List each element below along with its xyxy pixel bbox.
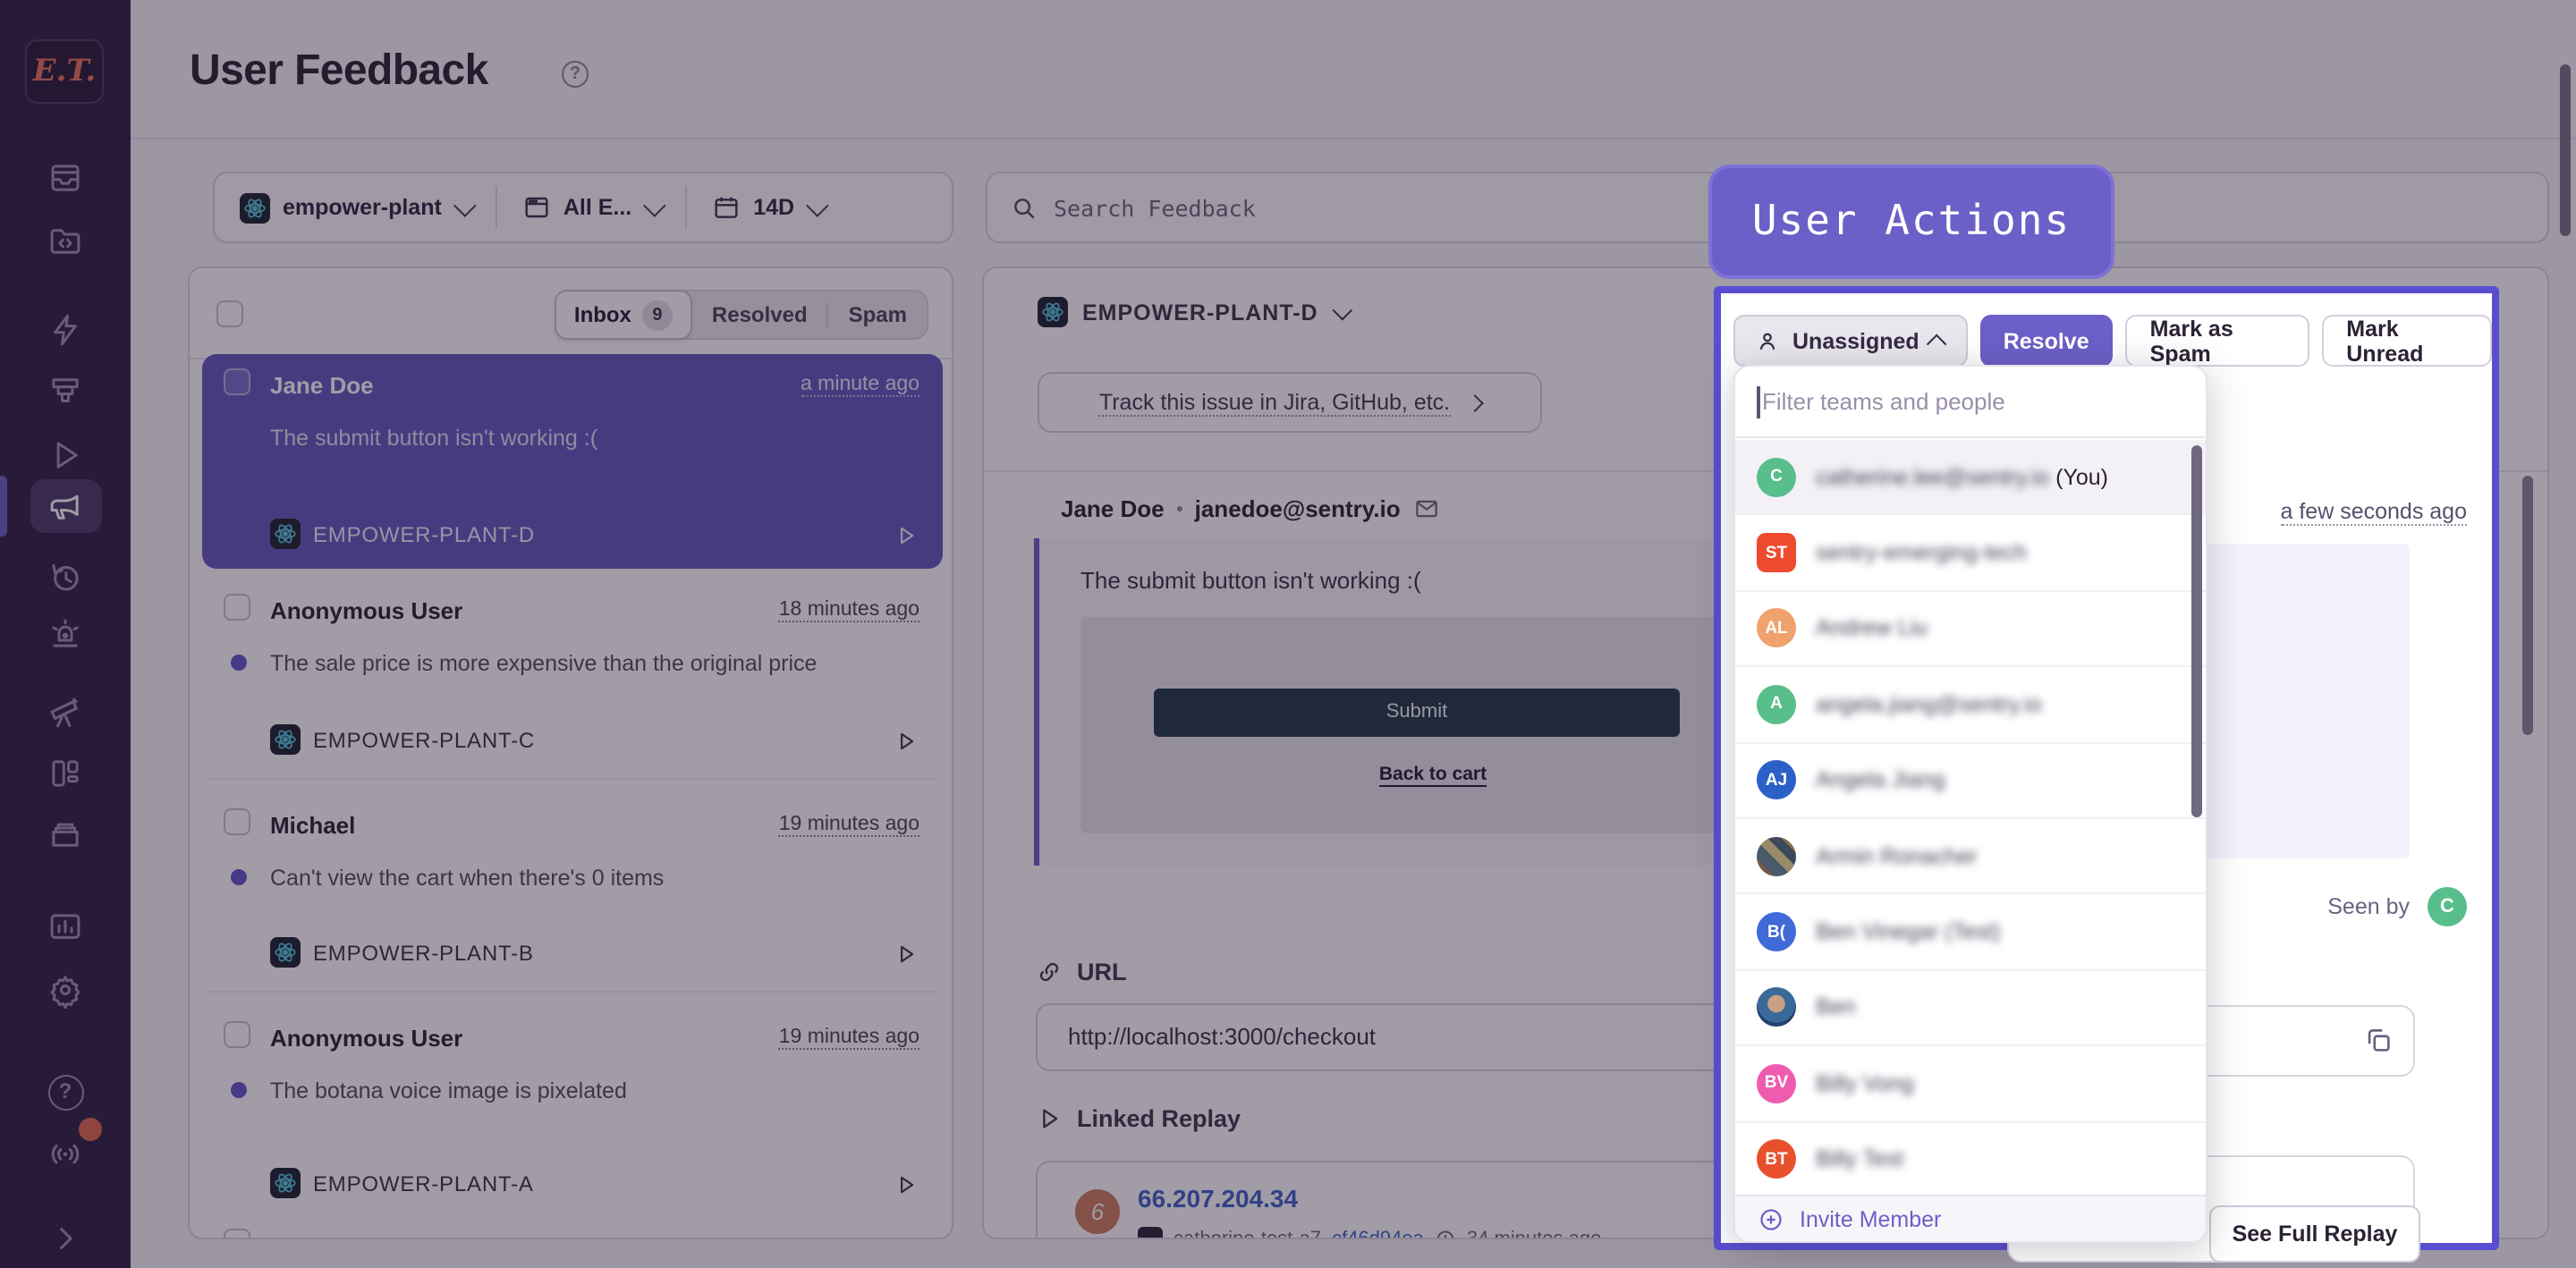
action-buttons-row: Unassigned Resolve Mark as Spam Mark Unr…	[1733, 315, 2492, 367]
seen-by-avatar: C	[2428, 887, 2467, 926]
member-name: Ben Vinegar (Test)	[1816, 919, 2001, 944]
member-avatar: C	[1757, 457, 1796, 496]
resolve-button[interactable]: Resolve	[1980, 315, 2113, 367]
seen-by-row: Seen by C	[2327, 887, 2467, 926]
member-name: Armin Ronacher	[1816, 843, 1978, 868]
assignee-option[interactable]: Armin Ronacher	[1735, 819, 2206, 895]
chevron-up-icon	[1927, 334, 1947, 354]
assignee-label: Unassigned	[1792, 328, 1919, 353]
dropdown-scrollbar[interactable]	[2191, 445, 2202, 817]
seen-by-label: Seen by	[2327, 894, 2410, 919]
assignee-option[interactable]: BT Billy Test	[1735, 1122, 2206, 1198]
member-avatar: BV	[1757, 1064, 1796, 1103]
tour-step-label: User Actions	[1708, 165, 2114, 279]
user-actions-popup: a few seconds ago Seen by C See Full Rep…	[1714, 286, 2499, 1250]
mark-as-spam-button[interactable]: Mark as Spam	[2125, 315, 2309, 367]
assignee-option[interactable]: ST sentry-emerging-tech	[1735, 516, 2206, 592]
member-avatar: AL	[1757, 609, 1796, 648]
feedback-timestamp[interactable]: a few seconds ago	[2281, 499, 2468, 526]
see-full-replay-button[interactable]: See Full Replay	[2209, 1205, 2420, 1263]
member-name: sentry-emerging-tech	[1816, 540, 2027, 565]
assignee-dropdown-button[interactable]: Unassigned	[1733, 315, 1968, 367]
assignee-option[interactable]: Ben	[1735, 970, 2206, 1046]
member-photo-avatar	[1757, 988, 1796, 1027]
assignee-option[interactable]: AL Andrew Liu	[1735, 592, 2206, 668]
app-window: E.T. ? User Feedback ? empower-plant All…	[0, 0, 2576, 1268]
circle-plus-icon	[1758, 1206, 1784, 1231]
member-photo-avatar	[1757, 836, 1796, 875]
member-name: Angela Jiang	[1816, 768, 1945, 793]
mark-unread-button[interactable]: Mark Unread	[2321, 315, 2492, 367]
page-scrollbar[interactable]	[2560, 64, 2571, 236]
member-avatar: A	[1757, 685, 1796, 724]
copy-icon[interactable]	[2363, 1025, 2394, 1055]
member-name: angela.jiang@sentry.io	[1816, 692, 2042, 717]
member-name: Ben	[1816, 995, 1856, 1020]
assignee-filter-placeholder: Filter teams and people	[1762, 388, 2005, 415]
invite-member-label: Invite Member	[1800, 1206, 1941, 1231]
member-name: catherine.lee@sentry.io (You)	[1816, 464, 2108, 489]
assignee-option[interactable]: B( Ben Vinegar (Test)	[1735, 895, 2206, 971]
assignee-option[interactable]: AJ Angela Jiang	[1735, 743, 2206, 819]
person-icon	[1755, 328, 1780, 353]
assignee-option[interactable]: Ccatherine.lee@sentry.io (You)	[1735, 440, 2206, 516]
text-caret	[1757, 386, 1759, 418]
member-name: Billy Vong	[1816, 1071, 1914, 1096]
assignee-option[interactable]: BV Billy Vong	[1735, 1046, 2206, 1122]
member-name: Billy Test	[1816, 1146, 1903, 1171]
assignee-option[interactable]: Aangela.jiang@sentry.io	[1735, 667, 2206, 743]
member-avatar: B(	[1757, 912, 1796, 951]
assignee-dropdown-menu: Filter teams and people Ccatherine.lee@s…	[1733, 365, 2207, 1243]
member-avatar: ST	[1757, 533, 1796, 572]
member-name: Andrew Liu	[1816, 616, 1928, 641]
member-avatar: BT	[1757, 1139, 1796, 1179]
assignee-filter-input[interactable]: Filter teams and people	[1735, 367, 2206, 438]
member-avatar: AJ	[1757, 761, 1796, 800]
invite-member-button[interactable]: Invite Member	[1735, 1195, 2206, 1241]
